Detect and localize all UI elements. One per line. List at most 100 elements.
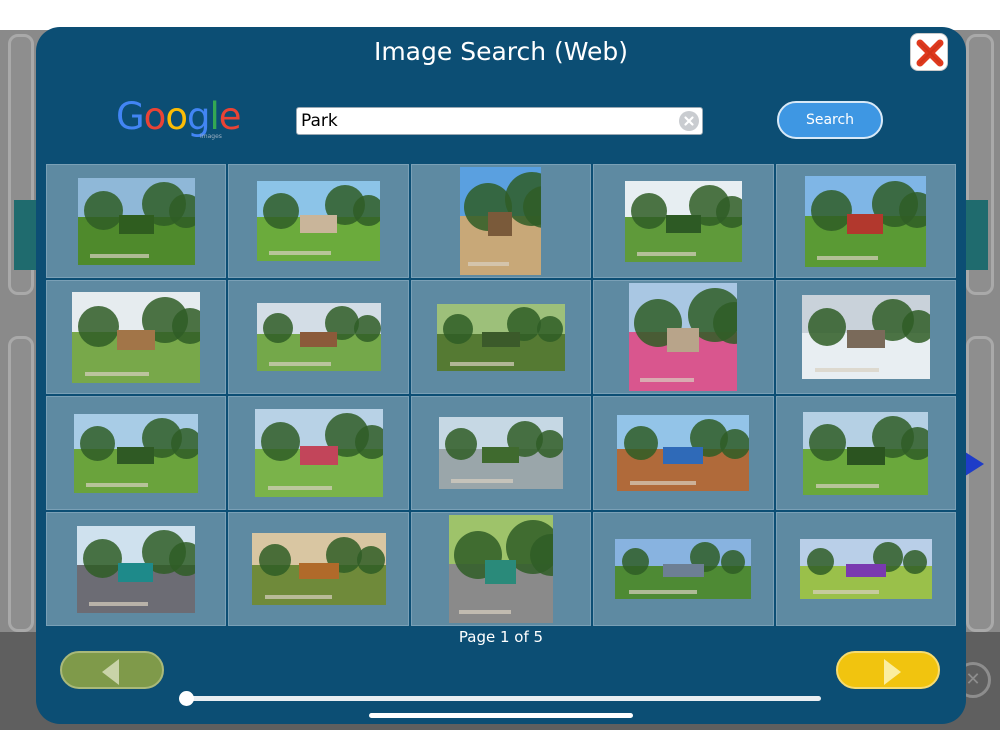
result-thumbnail-teal-playground[interactable]	[77, 525, 196, 613]
result-cell[interactable]	[46, 164, 227, 278]
scroll-slider-track[interactable]	[186, 696, 821, 701]
thumbnail-feature	[484, 560, 516, 584]
result-cell[interactable]	[228, 512, 409, 626]
result-thumbnail-purple-playground[interactable]	[799, 539, 932, 599]
result-thumbnail-park-hedges[interactable]	[624, 180, 742, 262]
google-logo-word: Google	[116, 95, 241, 138]
result-thumbnail-park-lawn-trees[interactable]	[77, 177, 195, 265]
thumbnail-path	[264, 595, 332, 599]
thumbnail-tree	[353, 315, 381, 342]
thumbnail-feature	[665, 214, 701, 233]
result-cell[interactable]	[593, 396, 774, 510]
result-thumbnail-park-path-trees[interactable]	[803, 411, 929, 495]
thumbnail-feature	[847, 213, 884, 234]
result-cell[interactable]	[228, 164, 409, 278]
dialog-title: Image Search (Web)	[373, 37, 629, 66]
thumbnail-feature	[488, 212, 513, 236]
result-cell[interactable]	[775, 512, 956, 626]
thumbnail-path	[640, 378, 695, 382]
thumbnail-tree	[899, 191, 927, 228]
thumbnail-tree	[83, 190, 123, 230]
thumbnail-tree	[809, 423, 847, 461]
thumbnail-tree	[262, 313, 293, 343]
thumbnail-path	[812, 590, 879, 594]
thumbnail-tree	[78, 305, 120, 347]
thumbnail-tree	[444, 428, 477, 460]
result-thumbnail-city-skyline-park[interactable]	[615, 539, 752, 599]
thumbnail-tree	[902, 550, 927, 574]
arrow-left-icon	[102, 659, 119, 685]
clear-circle-icon	[684, 116, 694, 126]
thumbnail-path	[814, 368, 879, 372]
result-thumbnail-park-gazebo-path[interactable]	[256, 303, 381, 371]
thumbnail-path	[817, 255, 879, 260]
thumbnail-path	[458, 610, 511, 614]
thumbnail-path	[85, 371, 150, 376]
close-button[interactable]	[910, 33, 948, 71]
result-thumbnail-autumn-forest[interactable]	[251, 533, 386, 605]
result-cell[interactable]	[410, 164, 592, 278]
thumbnail-feature	[300, 215, 338, 233]
thumbnail-tree	[901, 310, 930, 343]
result-cell[interactable]	[46, 280, 227, 394]
result-cell[interactable]	[46, 396, 227, 510]
result-cell[interactable]	[228, 396, 409, 510]
previous-page-button[interactable]	[60, 651, 164, 689]
thumbnail-feature	[298, 563, 339, 579]
search-input[interactable]	[301, 110, 671, 132]
thumbnail-path	[449, 361, 514, 366]
result-thumbnail-playground-slide[interactable]	[460, 167, 542, 275]
thumbnail-path	[636, 251, 696, 256]
result-cell[interactable]	[775, 280, 956, 394]
result-thumbnail-shady-park-path[interactable]	[436, 303, 565, 371]
result-cell[interactable]	[228, 280, 409, 394]
result-cell[interactable]	[593, 280, 774, 394]
thumbnail-tree	[169, 541, 196, 576]
result-cell[interactable]	[410, 280, 592, 394]
result-thumbnail-blue-playground[interactable]	[617, 415, 750, 491]
result-cell[interactable]	[46, 512, 227, 626]
search-box[interactable]	[296, 107, 703, 135]
clear-search-button[interactable]	[679, 111, 699, 131]
image-results-grid	[46, 164, 956, 626]
result-cell[interactable]	[593, 164, 774, 278]
thumbnail-tree	[442, 313, 473, 344]
thumbnail-feature	[299, 446, 338, 465]
result-thumbnail-red-playground[interactable]	[805, 175, 927, 267]
thumbnail-path	[86, 482, 149, 487]
image-search-dialog: Image Search (Web) Google Images Search …	[36, 27, 966, 724]
result-thumbnail-autumn-trees-path[interactable]	[254, 409, 383, 497]
result-thumbnail-park-gazebo-play[interactable]	[72, 291, 201, 383]
thumbnail-tree	[536, 315, 563, 342]
next-page-button[interactable]	[836, 651, 940, 689]
result-cell[interactable]	[775, 396, 956, 510]
thumbnail-tree	[172, 307, 201, 344]
thumbnail-tree	[630, 192, 667, 229]
result-thumbnail-park-meadow[interactable]	[74, 413, 199, 493]
search-button[interactable]: Search	[777, 101, 883, 139]
thumbnail-feature	[118, 214, 154, 234]
arrow-right-icon	[884, 659, 901, 685]
result-thumbnail-flower-street[interactable]	[629, 283, 738, 391]
background-panel	[966, 200, 988, 270]
result-thumbnail-ice-rink-city[interactable]	[801, 295, 930, 379]
google-logo-subtext: Images	[200, 133, 222, 140]
thumbnail-tree	[168, 193, 195, 228]
thumbnail-feature	[667, 328, 700, 352]
result-thumbnail-garden-fountain[interactable]	[438, 417, 563, 489]
google-images-logo: Google Images	[116, 95, 241, 143]
thumbnail-feature	[845, 564, 886, 577]
result-cell[interactable]	[410, 396, 592, 510]
result-cell[interactable]	[410, 512, 592, 626]
result-cell[interactable]	[593, 512, 774, 626]
thumbnail-path	[630, 481, 697, 485]
thumbnail-feature	[117, 329, 156, 350]
thumbnail-path	[468, 262, 510, 266]
result-thumbnail-girl-climbing[interactable]	[448, 515, 553, 623]
result-cell[interactable]	[775, 164, 956, 278]
thumbnail-tree	[171, 427, 199, 459]
thumbnail-tree	[356, 546, 385, 574]
scroll-slider-thumb[interactable]	[179, 691, 194, 706]
result-thumbnail-park-picnic-plaza[interactable]	[257, 181, 381, 261]
thumbnail-tree	[715, 195, 742, 228]
